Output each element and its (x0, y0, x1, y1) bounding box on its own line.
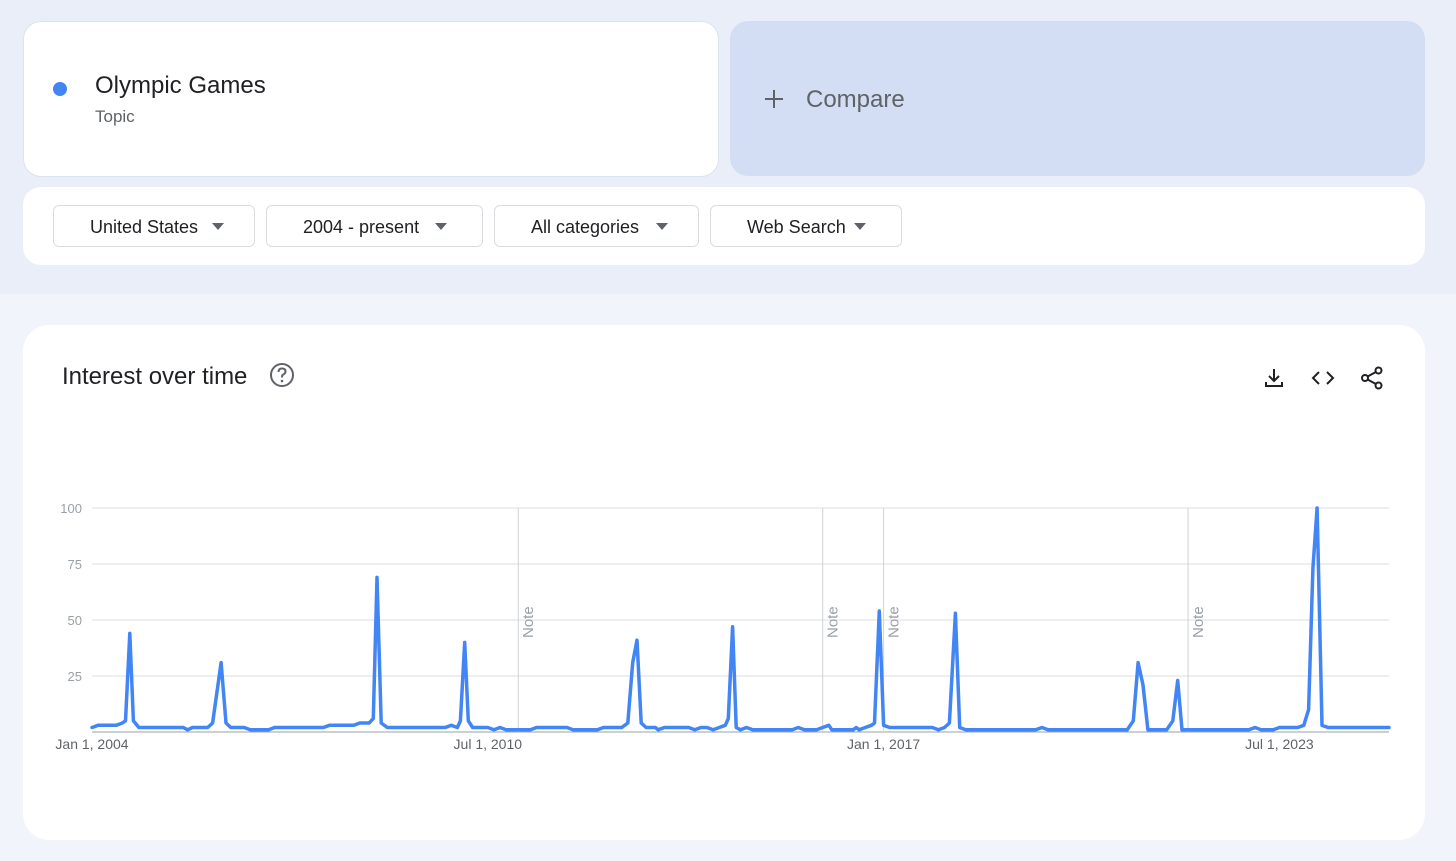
compare-button[interactable]: Compare (730, 21, 1425, 176)
note-label: Note (520, 606, 537, 638)
x-tick-label: Jan 1, 2017 (847, 736, 920, 752)
y-tick-label: 25 (68, 669, 82, 684)
search-term-card[interactable]: Olympic Games Topic (23, 21, 719, 177)
y-tick-label: 100 (60, 501, 82, 516)
series-color-dot (53, 82, 67, 96)
search-term-name[interactable]: Olympic Games (95, 72, 266, 100)
y-tick-label: 50 (68, 613, 82, 628)
interest-line-chart: 25 50 75 100 Note Note Note Note Jan 1, 2004 Jul … (55, 501, 1391, 752)
chevron-down-icon (212, 223, 224, 230)
chevron-down-icon (854, 223, 866, 230)
region-dropdown[interactable]: United States (53, 205, 255, 247)
note-label: Note (886, 606, 903, 638)
category-label: All categories (531, 217, 640, 237)
y-tick-label: 75 (68, 557, 82, 572)
time-range-dropdown[interactable]: 2004 - present (266, 205, 483, 247)
search-type-dropdown[interactable]: Web Search (710, 205, 902, 247)
search-type-label: Web Search (747, 217, 846, 237)
compare-label: Compare (806, 86, 905, 113)
x-tick-label: Jul 1, 2010 (454, 736, 523, 752)
note-label: Note (825, 606, 842, 638)
chevron-down-icon (656, 223, 668, 230)
time-range-label: 2004 - present (303, 217, 420, 237)
category-dropdown[interactable]: All categories (494, 205, 699, 247)
region-label: United States (90, 217, 199, 237)
note-label: Note (1190, 606, 1207, 638)
filter-bar: United States 2004 - present All categor… (23, 187, 1425, 265)
chevron-down-icon (435, 223, 447, 230)
x-tick-label: Jul 1, 2023 (1245, 736, 1314, 752)
search-term-type: Topic (95, 107, 135, 126)
x-tick-label: Jan 1, 2004 (55, 736, 128, 752)
plus-icon (761, 83, 787, 115)
interest-over-time-card: Interest over time 25 50 75 100 Note Note Note… (23, 325, 1425, 840)
